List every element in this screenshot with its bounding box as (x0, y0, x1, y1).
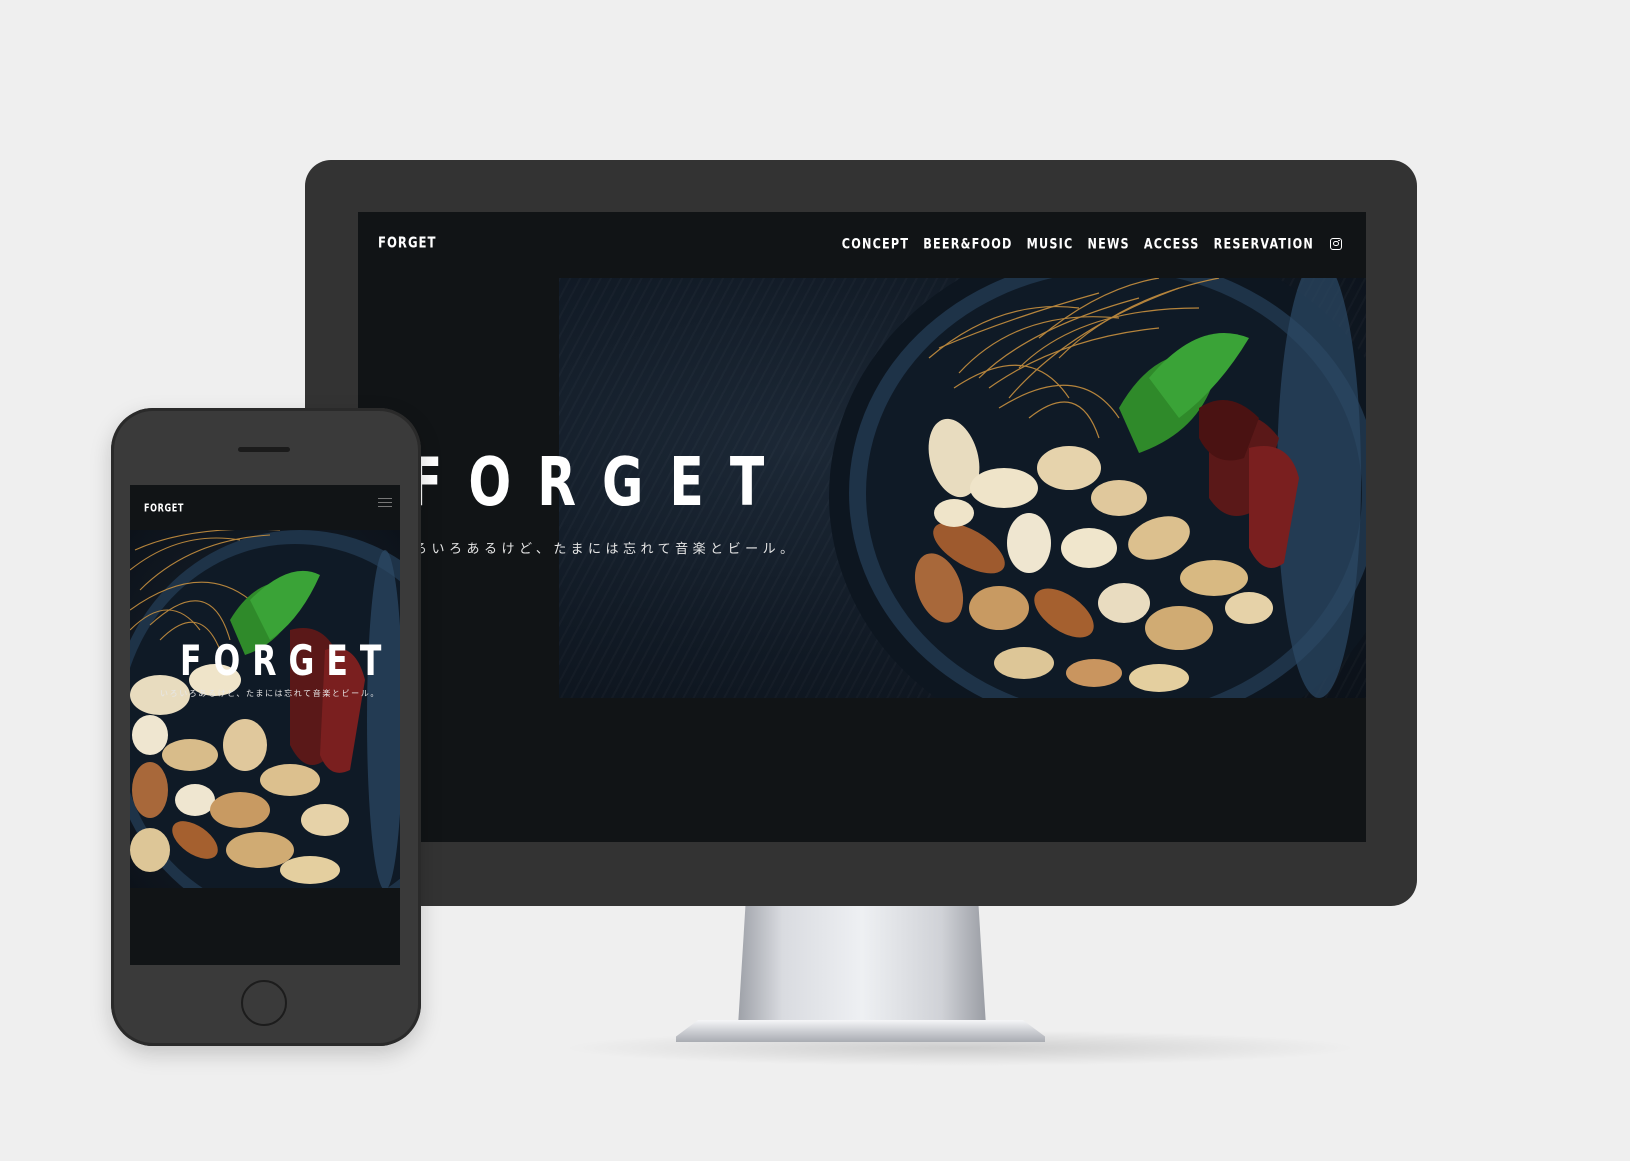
instagram-icon[interactable] (1330, 237, 1342, 250)
phone-home-button (241, 980, 287, 1026)
hero-subtitle: ろいろあるけど、たまには忘れて音楽とビール。 (414, 542, 798, 557)
nav-item-concept[interactable]: CONCEPT (842, 235, 909, 252)
nav-item-news[interactable]: NEWS (1087, 235, 1129, 252)
site-logo[interactable]: FORGET (378, 235, 437, 252)
mobile-hero-title: FORGET (180, 638, 394, 686)
nav-item-music[interactable]: MUSIC (1027, 235, 1074, 252)
mobile-phone-frame: FORGET FORGET いろいろあるけど、たまには忘れて音楽とビール。 (111, 408, 421, 1046)
nav-item-beer-food[interactable]: BEER&FOOD (923, 235, 1012, 252)
hero-title: FORGET (408, 444, 791, 522)
mobile-hero-subtitle: いろいろあるけど、たまには忘れて音楽とビール。 (160, 689, 380, 698)
phone-speaker (238, 447, 290, 452)
nav-item-access[interactable]: ACCESS (1144, 235, 1200, 252)
monitor-stand-neck (738, 906, 986, 1026)
monitor-stand-base (676, 1020, 1045, 1042)
mobile-site-logo[interactable]: FORGET (144, 503, 184, 515)
mobile-hero-image (130, 530, 400, 888)
hamburger-icon[interactable] (378, 498, 392, 508)
mobile-nuts-bowl-illustration (130, 530, 400, 888)
desktop-main-nav: CONCEPT BEER&FOOD MUSIC NEWS ACCESS RESE… (842, 235, 1342, 252)
nav-item-reservation[interactable]: RESERVATION (1214, 235, 1314, 252)
desktop-site-preview: FORGET CONCEPT BEER&FOOD MUSIC NEWS ACCE… (358, 212, 1366, 842)
mobile-site-preview: FORGET FORGET いろいろあるけど、たまには忘れて音楽とビール。 (130, 485, 400, 965)
